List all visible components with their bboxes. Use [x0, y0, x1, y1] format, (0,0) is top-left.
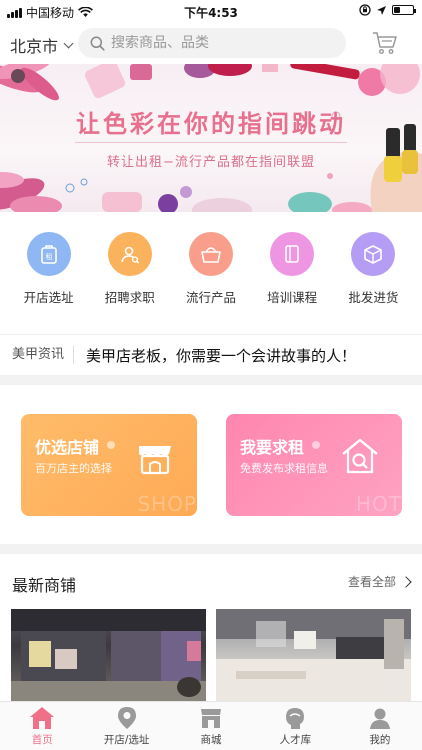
promo-card-shops[interactable]: 优选店铺 百万店主的选择 SHOP	[21, 414, 197, 516]
tab-label: 首页	[31, 734, 53, 746]
quick-nav: 租 开店选址 招聘求职 流行产品 培训课程 批发进货	[0, 232, 422, 322]
banner-title: 让色彩在你的指间跳动	[76, 110, 346, 138]
house-search-icon	[342, 438, 378, 474]
talent-head-icon	[286, 708, 305, 729]
storefront-icon	[139, 446, 171, 475]
section-gap	[0, 375, 422, 385]
quick-nav-label: 开店选址	[23, 290, 74, 305]
book-icon	[270, 232, 315, 276]
promo-card-subtitle: 百万店主的选择	[35, 462, 112, 475]
person-search-icon	[107, 232, 152, 276]
promo-card-subtitle: 免费发布求租信息	[240, 462, 328, 475]
shop-photo	[216, 609, 411, 701]
rotation-lock-icon	[359, 4, 371, 16]
tab-talent[interactable]: 人才库	[253, 702, 337, 750]
location-arrow-icon	[377, 5, 386, 15]
city-label: 北京市	[10, 37, 59, 56]
shop-bag-icon: 租	[26, 232, 71, 276]
quick-nav-shop-location[interactable]: 租 开店选址	[14, 232, 84, 322]
tab-shop-location[interactable]: 开店/选址	[84, 702, 168, 750]
promo-card-title: 我要求租	[240, 438, 305, 457]
search-bar[interactable]	[78, 28, 346, 58]
tab-me[interactable]: 我的	[338, 702, 422, 750]
quick-nav-label: 批发进货	[348, 290, 399, 305]
news-headline[interactable]: 美甲店老板，你需要一个会讲故事的人！	[74, 345, 356, 366]
quick-nav-jobs[interactable]: 招聘求职	[95, 232, 165, 322]
shop-card-image[interactable]	[11, 609, 206, 701]
chevron-right-icon	[400, 575, 412, 588]
banner-subtitle: 转让出租−流行产品都在指间联盟	[107, 155, 315, 170]
tab-mall[interactable]: 商城	[169, 702, 253, 750]
quick-nav-training[interactable]: 培训课程	[257, 232, 327, 322]
shop-photo	[11, 609, 206, 701]
tab-label: 我的	[369, 734, 391, 746]
card-watermark: HOT	[356, 492, 402, 516]
tab-home[interactable]: 首页	[0, 702, 84, 750]
section-gap	[0, 544, 422, 554]
chevron-down-icon	[63, 38, 74, 48]
tab-label: 人才库	[279, 734, 312, 746]
card-watermark: SHOP	[137, 492, 197, 516]
battery-level	[394, 7, 400, 13]
svg-text:租: 租	[45, 253, 52, 261]
tab-label: 开店/选址	[103, 734, 150, 746]
box-icon	[351, 232, 396, 276]
shopping-cart-icon[interactable]	[372, 30, 398, 56]
user-icon	[369, 708, 390, 729]
status-bar: 中国移动 下午4:53	[0, 0, 422, 22]
location-pin-icon	[117, 707, 136, 729]
top-header: 北京市	[0, 22, 422, 64]
news-tag: 美甲资讯	[0, 346, 74, 364]
store-icon	[201, 709, 222, 728]
promo-banner[interactable]: 让色彩在你的指间跳动 转让出租−流行产品都在指间联盟	[0, 64, 422, 212]
decor-dot	[107, 441, 115, 449]
view-all-link[interactable]: 查看全部	[347, 573, 412, 590]
quick-nav-wholesale[interactable]: 批发进货	[338, 232, 408, 322]
promo-card-title: 优选店铺	[35, 438, 100, 457]
home-icon	[30, 707, 55, 729]
bottom-tab-bar: 首页 开店/选址 商城 人才库 我的	[0, 701, 422, 750]
section-title: 最新商铺	[12, 576, 77, 595]
decor-dot	[312, 441, 320, 449]
view-all-label: 查看全部	[347, 575, 396, 589]
banner-divider	[75, 142, 347, 143]
quick-nav-label: 招聘求职	[104, 290, 155, 305]
battery-icon	[392, 5, 416, 15]
search-icon	[90, 36, 105, 51]
search-input[interactable]	[111, 35, 331, 51]
shop-card-image[interactable]	[216, 609, 411, 701]
quick-nav-products[interactable]: 流行产品	[176, 232, 246, 322]
quick-nav-label: 培训课程	[267, 290, 318, 305]
basket-icon	[188, 232, 233, 276]
tab-label: 商城	[200, 734, 222, 746]
quick-nav-label: 流行产品	[185, 290, 236, 305]
city-selector[interactable]: 北京市	[10, 33, 74, 57]
news-ticker[interactable]: 美甲资讯 美甲店老板，你需要一个会讲故事的人！	[0, 335, 422, 375]
promo-card-rent[interactable]: 我要求租 免费发布求租信息 HOT	[226, 414, 402, 516]
